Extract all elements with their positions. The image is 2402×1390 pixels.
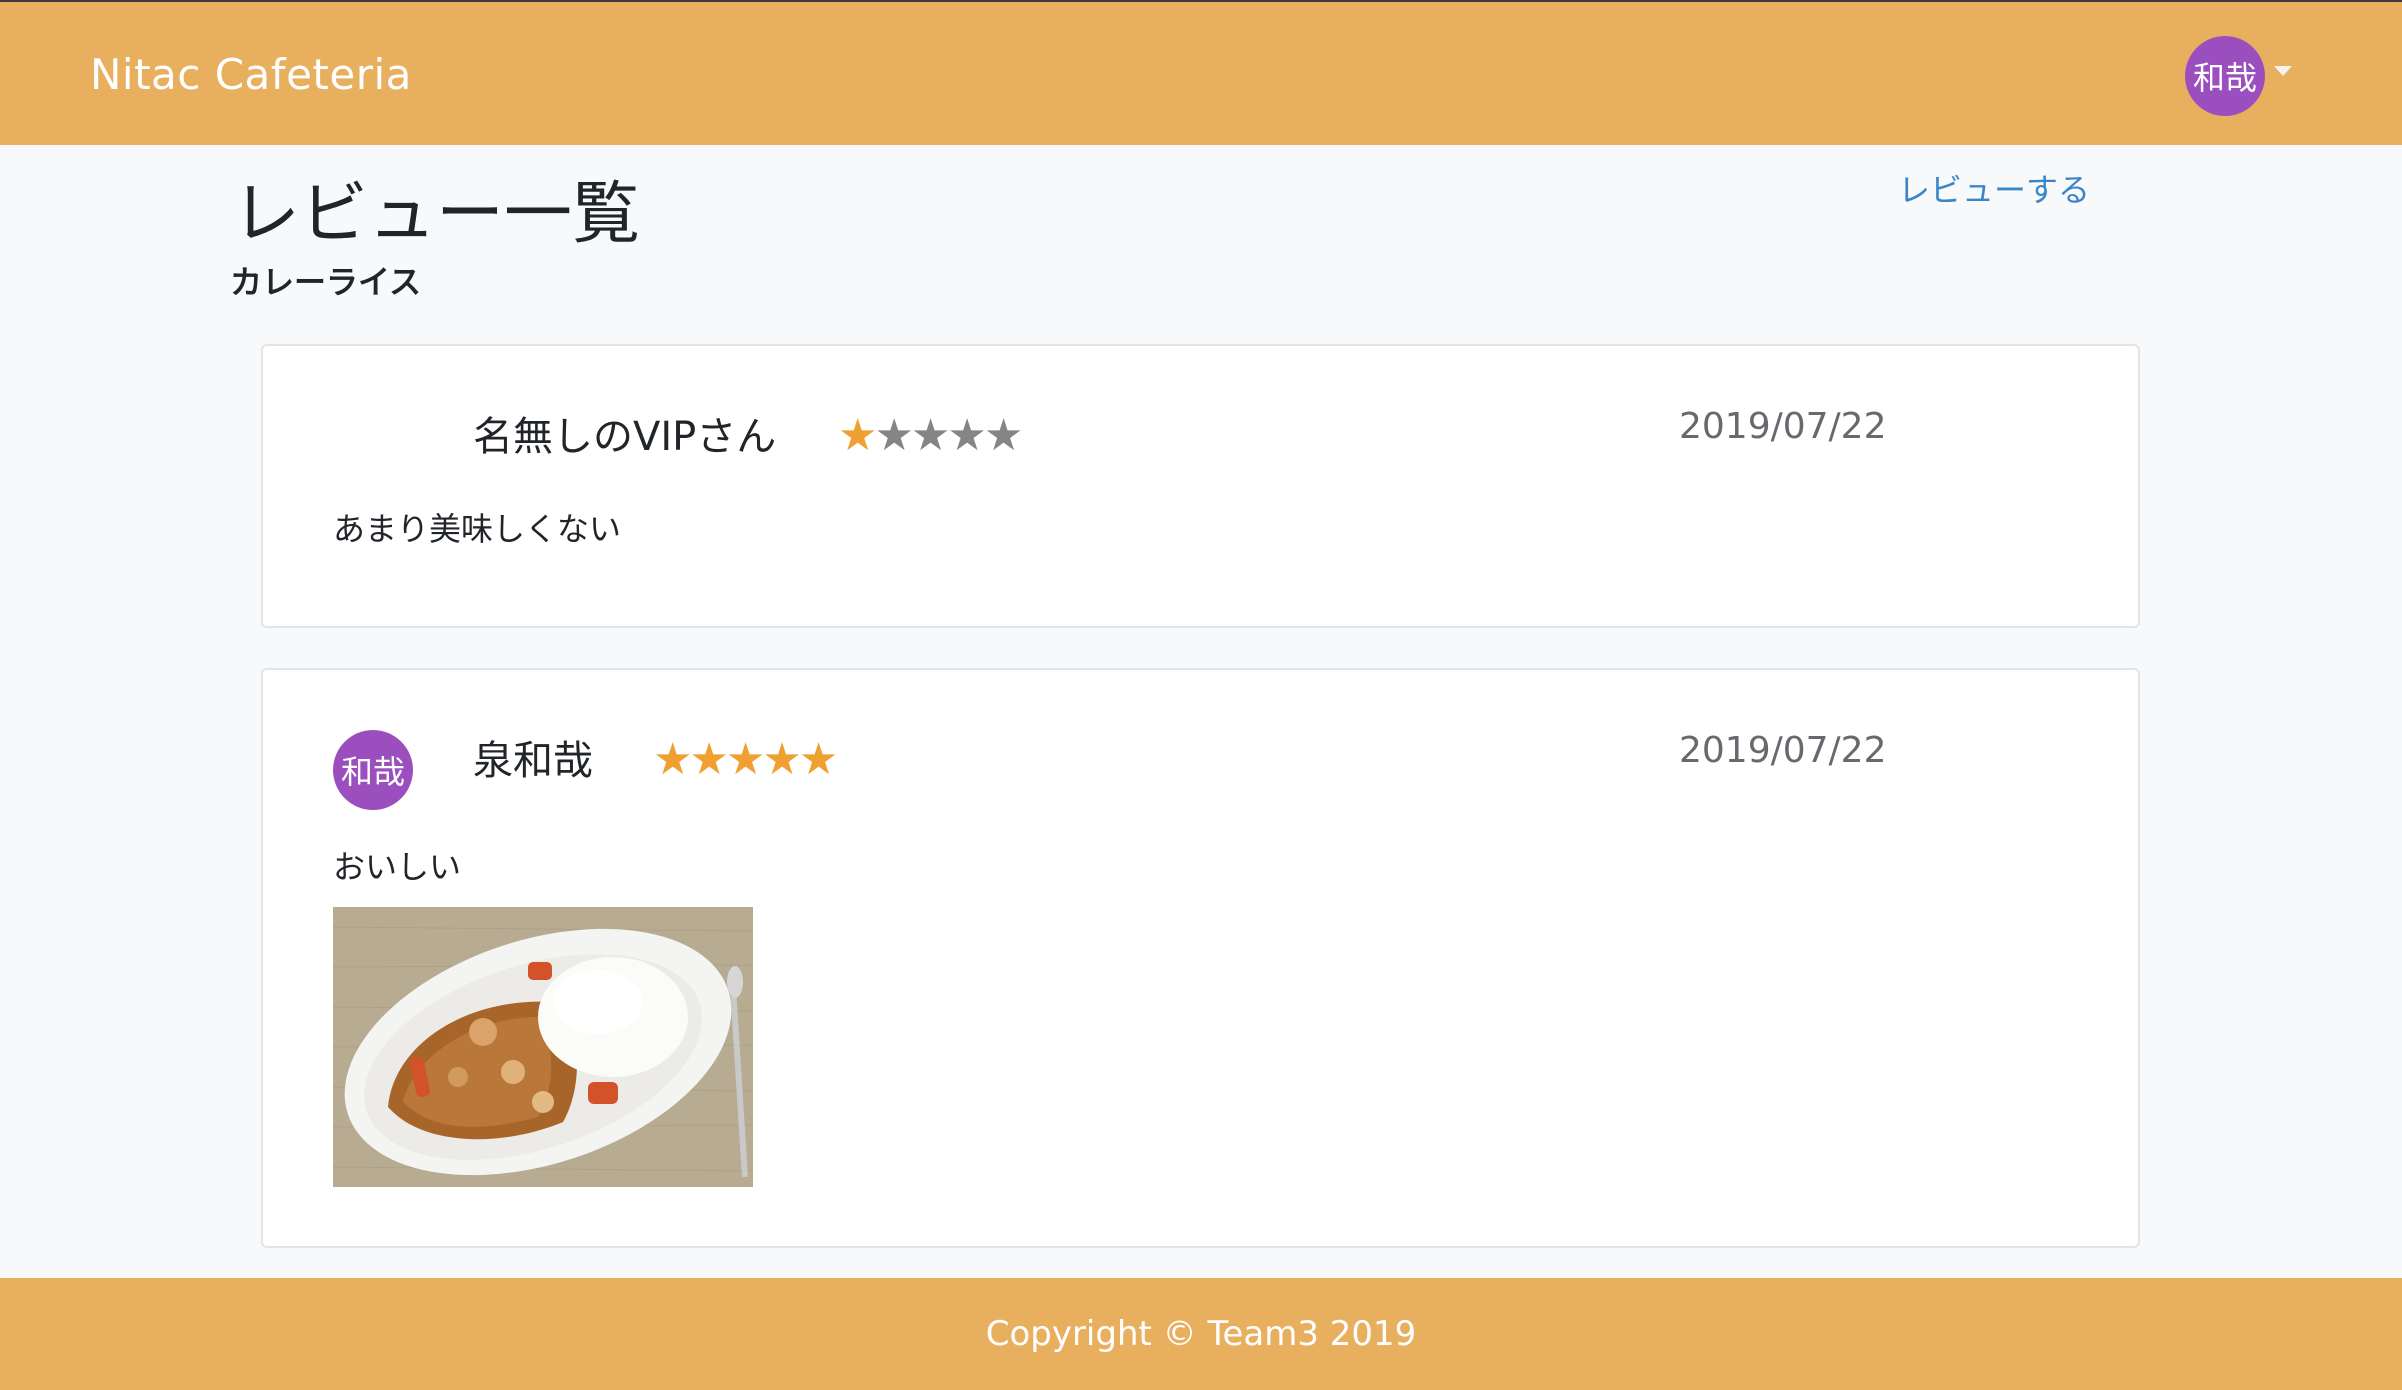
star-rating: ★★★★★ [653, 734, 838, 785]
review-author: 泉和哉 [473, 738, 593, 784]
review-date: 2019/07/22 [1679, 730, 1887, 771]
review-card: 和哉 泉和哉 ★★★★★ 2019/07/22 おいしい [261, 668, 2140, 1248]
user-avatar[interactable]: 和哉 [2185, 36, 2265, 116]
review-author: 名無しのVIPさん [473, 414, 777, 460]
star-filled-icon: ★ [653, 734, 692, 785]
star-empty-icon: ★ [910, 410, 950, 461]
review-comment: おいしい [333, 848, 462, 886]
star-empty-icon: ★ [874, 410, 913, 461]
review-date: 2019/07/22 [1679, 406, 1887, 447]
star-rating: ★★★★★ [838, 410, 1023, 461]
star-filled-icon: ★ [762, 734, 801, 785]
star-empty-icon: ★ [947, 410, 986, 461]
navbar: Nitac Cafeteria 和哉 [0, 0, 2402, 145]
write-review-link[interactable]: レビューする [1898, 165, 2090, 211]
star-filled-icon: ★ [838, 410, 877, 461]
copyright-text: Copyright © Team3 2019 [985, 1314, 1417, 1354]
brand-logo[interactable]: Nitac Cafeteria [90, 50, 412, 99]
review-card: 名無しのVIPさん ★★★★★ 2019/07/22 あまり美味しくない [261, 344, 2140, 628]
caret-down-icon[interactable] [2274, 66, 2292, 76]
star-empty-icon: ★ [983, 410, 1023, 461]
star-filled-icon: ★ [689, 734, 728, 785]
footer: Copyright © Team3 2019 [0, 1278, 2402, 1390]
star-filled-icon: ★ [725, 734, 765, 785]
review-comment: あまり美味しくない [333, 510, 622, 548]
reviewer-avatar: 和哉 [333, 730, 413, 810]
star-filled-icon: ★ [798, 734, 838, 785]
item-name: カレーライス [230, 263, 422, 301]
curry-rice-photo [333, 907, 753, 1187]
review-photo[interactable] [333, 907, 753, 1187]
page-title: レビュー一覧 [232, 175, 641, 254]
